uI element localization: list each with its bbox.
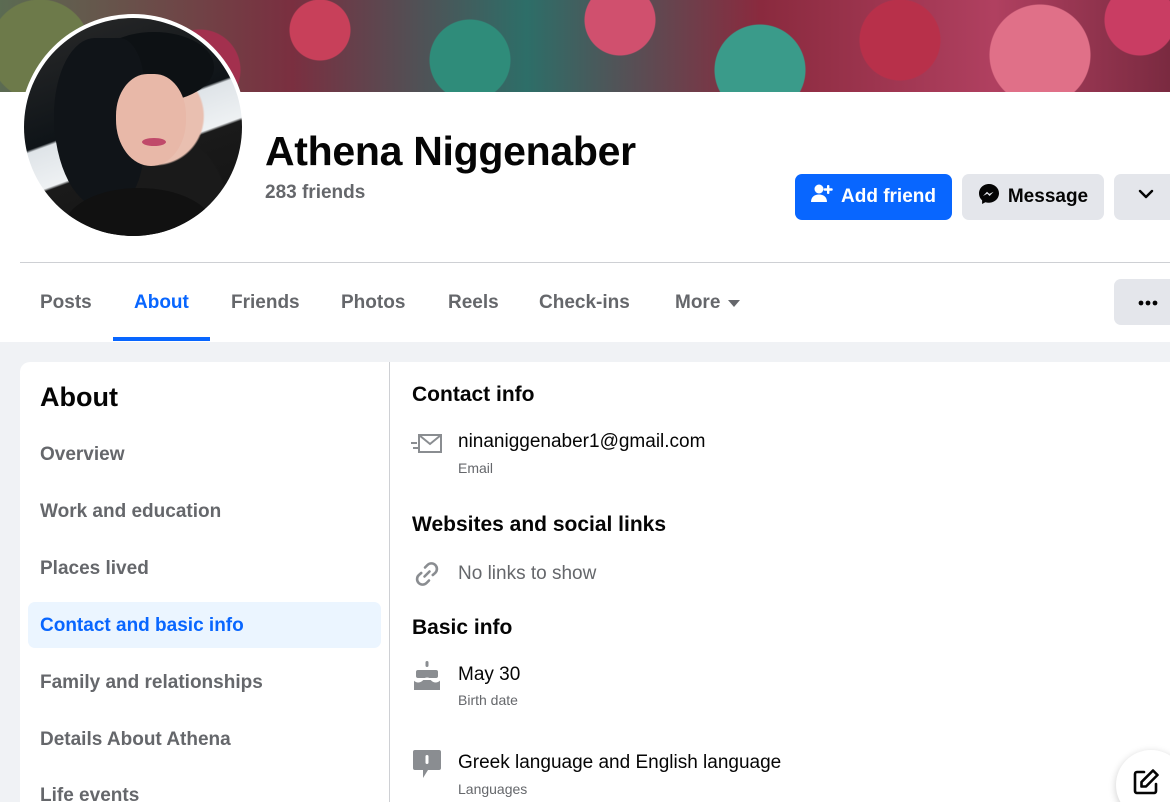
cake-icon bbox=[411, 660, 443, 692]
email-label: Email bbox=[458, 460, 494, 476]
about-card-separator bbox=[389, 362, 390, 802]
birth-date-value: May 30 bbox=[458, 664, 521, 685]
languages-value: Greek language and English language bbox=[458, 752, 782, 773]
email-value[interactable]: ninaniggenaber1@gmail.com bbox=[458, 431, 705, 453]
nav-item-life-events[interactable]: Life events bbox=[40, 785, 139, 802]
profile-picture[interactable] bbox=[20, 14, 246, 240]
nav-item-work-education[interactable]: Work and education bbox=[40, 501, 221, 523]
more-actions-button[interactable] bbox=[1114, 174, 1170, 220]
profile-options-button[interactable] bbox=[1114, 279, 1170, 325]
tab-reels[interactable]: Reels bbox=[448, 292, 499, 314]
no-links-text: No links to show bbox=[458, 563, 597, 584]
active-tab-indicator bbox=[113, 337, 210, 341]
tab-about[interactable]: About bbox=[134, 292, 189, 314]
friends-count[interactable]: 283 friends bbox=[265, 182, 365, 204]
caret-down-icon bbox=[728, 292, 741, 314]
tab-more-label: More bbox=[675, 292, 721, 313]
add-person-icon bbox=[811, 183, 833, 211]
edit-icon bbox=[1132, 768, 1160, 801]
nav-item-places-lived[interactable]: Places lived bbox=[40, 558, 149, 580]
nav-item-overview[interactable]: Overview bbox=[40, 444, 125, 466]
tab-posts[interactable]: Posts bbox=[40, 292, 92, 314]
nav-item-details[interactable]: Details About Athena bbox=[40, 729, 231, 751]
link-icon bbox=[411, 558, 443, 590]
birth-date-label: Birth date bbox=[458, 692, 518, 708]
add-friend-label: Add friend bbox=[841, 186, 936, 207]
languages-label: Languages bbox=[458, 781, 528, 797]
message-label: Message bbox=[1007, 186, 1089, 207]
tab-photos[interactable]: Photos bbox=[341, 292, 405, 314]
tab-friends[interactable]: Friends bbox=[231, 292, 300, 314]
message-button[interactable]: Message bbox=[962, 174, 1104, 220]
languages-icon bbox=[411, 748, 443, 780]
tab-check-ins[interactable]: Check-ins bbox=[539, 292, 630, 314]
about-title: About bbox=[40, 382, 118, 412]
avatar bbox=[24, 18, 242, 236]
more-dots-icon bbox=[1138, 293, 1158, 311]
header-divider bbox=[20, 262, 1170, 263]
chevron-down-icon bbox=[1138, 186, 1154, 208]
nav-item-family-relationships[interactable]: Family and relationships bbox=[40, 672, 263, 694]
websites-title: Websites and social links bbox=[412, 513, 667, 536]
nav-item-contact-basic-info[interactable]: Contact and basic info bbox=[40, 615, 244, 637]
basic-info-title: Basic info bbox=[412, 616, 513, 639]
contact-info-title: Contact info bbox=[412, 383, 535, 406]
tab-more[interactable]: More bbox=[675, 292, 741, 314]
email-icon bbox=[411, 428, 443, 460]
add-friend-button[interactable]: Add friend bbox=[795, 174, 952, 220]
profile-name: Athena Niggenaber bbox=[265, 128, 636, 174]
messenger-icon bbox=[978, 183, 1000, 211]
